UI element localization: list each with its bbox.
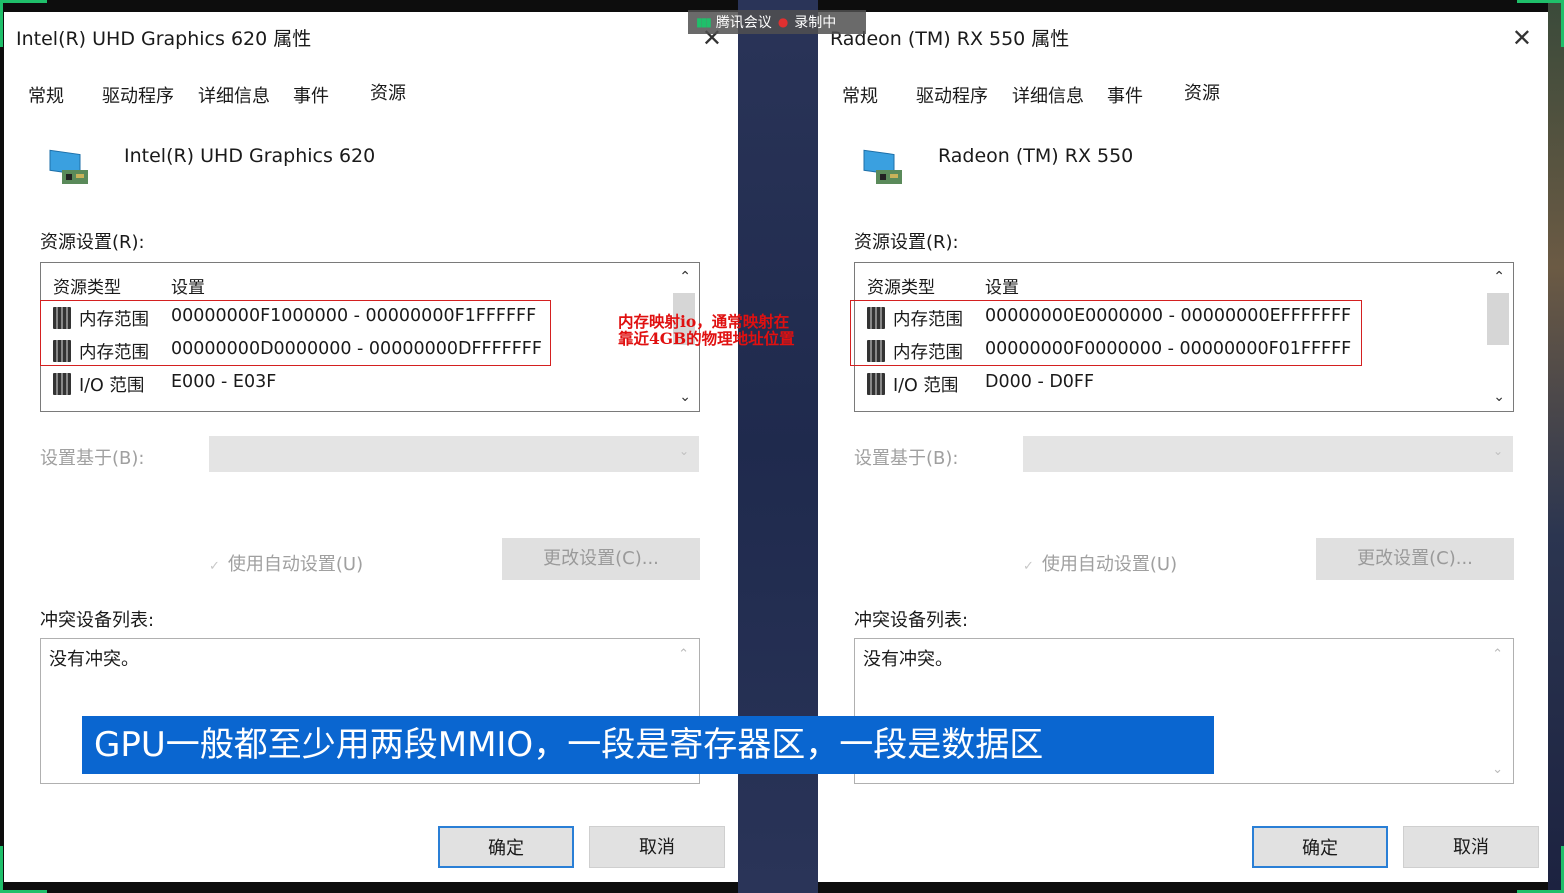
column-header-type: 资源类型	[867, 278, 935, 298]
dialog-title: Intel(R) UHD Graphics 620 属性	[16, 28, 312, 50]
highlight-box	[40, 300, 551, 366]
resource-row[interactable]: I/O 范围 D000 - D0FF	[863, 368, 1463, 400]
io-chip-icon	[53, 373, 71, 395]
setting-based-on-select: ⌄	[1023, 436, 1513, 472]
resource-type: I/O 范围	[893, 376, 959, 396]
tab-details[interactable]: 详细信息	[198, 82, 270, 108]
chevron-down-icon: ⌄	[678, 444, 689, 458]
highlight-box	[850, 300, 1362, 366]
setting-based-on-label: 设置基于(B):	[40, 448, 145, 469]
conflict-list-label: 冲突设备列表:	[854, 610, 969, 631]
subtitle-caption: GPU一般都至少用两段MMIO，一段是寄存器区，一段是数据区	[82, 716, 1214, 774]
tab-general[interactable]: 常规	[842, 82, 878, 108]
scroll-up-icon[interactable]: ⌃	[1492, 647, 1503, 662]
scroll-up-icon[interactable]: ⌃	[1493, 269, 1505, 285]
display-adapter-icon	[863, 149, 902, 184]
resource-row[interactable]: I/O 范围 E000 - E03F	[49, 368, 649, 400]
tab-resources[interactable]: 资源	[1184, 79, 1220, 105]
conflict-text: 没有冲突。	[863, 649, 953, 670]
column-header-type: 资源类型	[53, 278, 121, 298]
tab-driver[interactable]: 驱动程序	[102, 82, 174, 108]
resource-settings-label: 资源设置(R):	[854, 232, 959, 253]
column-header-setting: 设置	[171, 278, 205, 298]
share-frame-corner	[0, 846, 47, 893]
chevron-down-icon: ⌄	[1492, 444, 1503, 458]
auto-settings-checkbox: ✓ 使用自动设置(U)	[1023, 550, 1177, 576]
tab-resources[interactable]: 资源	[370, 79, 406, 105]
tab-events[interactable]: 事件	[1107, 82, 1143, 108]
annotation-text: 内存映射io，通常映射在 靠近4GB的物理地址位置	[618, 313, 795, 347]
resource-range: E000 - E03F	[171, 372, 277, 392]
ok-button[interactable]: 确定	[438, 826, 574, 868]
change-settings-button: 更改设置(C)...	[1316, 538, 1514, 580]
check-icon: ✓	[209, 559, 220, 574]
record-dot-icon: ●	[777, 15, 789, 29]
scroll-down-icon[interactable]: ⌄	[1492, 762, 1503, 777]
tab-events[interactable]: 事件	[293, 82, 329, 108]
io-chip-icon	[867, 373, 885, 395]
resource-settings-label: 资源设置(R):	[40, 232, 145, 253]
recording-label: 录制中	[794, 15, 837, 31]
signal-icon: ▮▮▮	[696, 15, 712, 29]
annotation-line: 内存映射io，通常映射在	[618, 312, 790, 331]
scroll-up-icon[interactable]: ⌃	[679, 269, 691, 285]
conflict-list-label: 冲突设备列表:	[40, 610, 155, 631]
device-name: Radeon (TM) RX 550	[938, 145, 1134, 167]
auto-settings-label: 使用自动设置(U)	[1041, 554, 1178, 575]
auto-settings-checkbox: ✓ 使用自动设置(U)	[209, 550, 363, 576]
check-icon: ✓	[1023, 559, 1034, 574]
scroll-down-icon[interactable]: ⌄	[679, 389, 691, 405]
auto-settings-label: 使用自动设置(U)	[227, 554, 364, 575]
conflict-text: 没有冲突。	[49, 649, 139, 670]
column-header-setting: 设置	[985, 278, 1019, 298]
tab-details[interactable]: 详细信息	[1012, 82, 1084, 108]
device-name: Intel(R) UHD Graphics 620	[124, 145, 376, 167]
cancel-button[interactable]: 取消	[589, 826, 725, 868]
change-settings-button: 更改设置(C)...	[502, 538, 700, 580]
resource-type: I/O 范围	[79, 376, 145, 396]
setting-based-on-select: ⌄	[209, 436, 699, 472]
tab-driver[interactable]: 驱动程序	[916, 82, 988, 108]
share-frame-corner	[0, 0, 47, 47]
share-frame-corner	[1517, 0, 1564, 47]
resource-range: D000 - D0FF	[985, 372, 1095, 392]
meeting-app-name: 腾讯会议	[715, 15, 772, 31]
background-strip-right	[1548, 0, 1564, 893]
ok-button[interactable]: 确定	[1252, 826, 1388, 868]
scrollbar-thumb[interactable]	[1487, 293, 1509, 345]
tab-general[interactable]: 常规	[28, 82, 64, 108]
scroll-down-icon[interactable]: ⌄	[1493, 389, 1505, 405]
display-adapter-icon	[49, 149, 88, 184]
setting-based-on-label: 设置基于(B):	[854, 448, 959, 469]
scroll-up-icon[interactable]: ⌃	[678, 647, 689, 662]
annotation-line: 靠近4GB的物理地址位置	[618, 329, 795, 348]
meeting-status-bar[interactable]: ▮▮▮ 腾讯会议 ● 录制中	[688, 10, 866, 34]
share-frame-corner	[1517, 846, 1564, 893]
